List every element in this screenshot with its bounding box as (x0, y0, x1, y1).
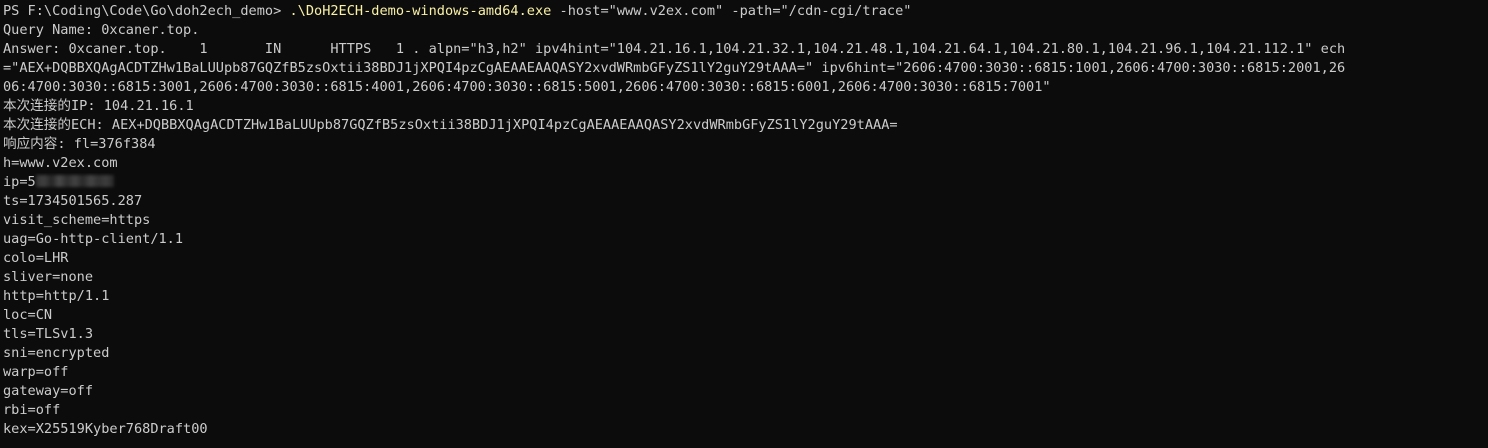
output-sliver: sliver=none (3, 269, 94, 285)
output-answer-line-2: ="AEX+DQBBXQAgACDTZHw1BaLUUpb87GQZfB5zsO… (3, 60, 1346, 76)
output-visit-scheme: visit_scheme=https (3, 212, 151, 228)
command-executable: .\DoH2ECH-demo-windows-amd64.exe (289, 3, 552, 19)
output-connection-ech: 本次连接的ECH: AEX+DQBBXQAgACDTZHw1BaLUUpb87G… (3, 117, 898, 133)
output-query-name: Query Name: 0xcaner.top. (3, 22, 200, 38)
output-ip-line: ip=5 (3, 173, 1488, 192)
output-user-agent: uag=Go-http-client/1.1 (3, 231, 184, 247)
output-gateway: gateway=off (3, 383, 94, 399)
redacted-ip-blur (35, 175, 114, 187)
shell-prompt: PS F:\Coding\Code\Go\doh2ech_demo> (3, 3, 290, 19)
output-connection-ip: 本次连接的IP: 104.21.16.1 (3, 98, 194, 114)
output-http: http=http/1.1 (3, 288, 110, 304)
output-timestamp: ts=1734501565.287 (3, 193, 143, 209)
output-sni: sni=encrypted (3, 345, 110, 361)
output-rbi: rbi=off (3, 402, 61, 418)
output-colo: colo=LHR (3, 250, 69, 266)
output-tls: tls=TLSv1.3 (3, 326, 94, 342)
output-answer-line-1: Answer: 0xcaner.top. 1 IN HTTPS 1 . alpn… (3, 41, 1346, 57)
terminal-window[interactable]: PS F:\Coding\Code\Go\doh2ech_demo> .\DoH… (0, 0, 1488, 448)
output-ip-prefix: ip=5 (3, 174, 36, 190)
output-loc: loc=CN (3, 307, 53, 323)
command-arguments: -host="www.v2ex.com" -path="/cdn-cgi/tra… (551, 3, 912, 19)
output-response-fl: 响应内容: fl=376f384 (3, 136, 156, 152)
output-answer-line-3: 06:4700:3030::6815:3001,2606:4700:3030::… (3, 79, 1051, 95)
output-host: h=www.v2ex.com (3, 155, 118, 171)
command-line: PS F:\Coding\Code\Go\doh2ech_demo> .\DoH… (3, 2, 1488, 21)
output-warp: warp=off (3, 364, 69, 380)
output-kex: kex=X25519Kyber768Draft00 (3, 421, 208, 437)
